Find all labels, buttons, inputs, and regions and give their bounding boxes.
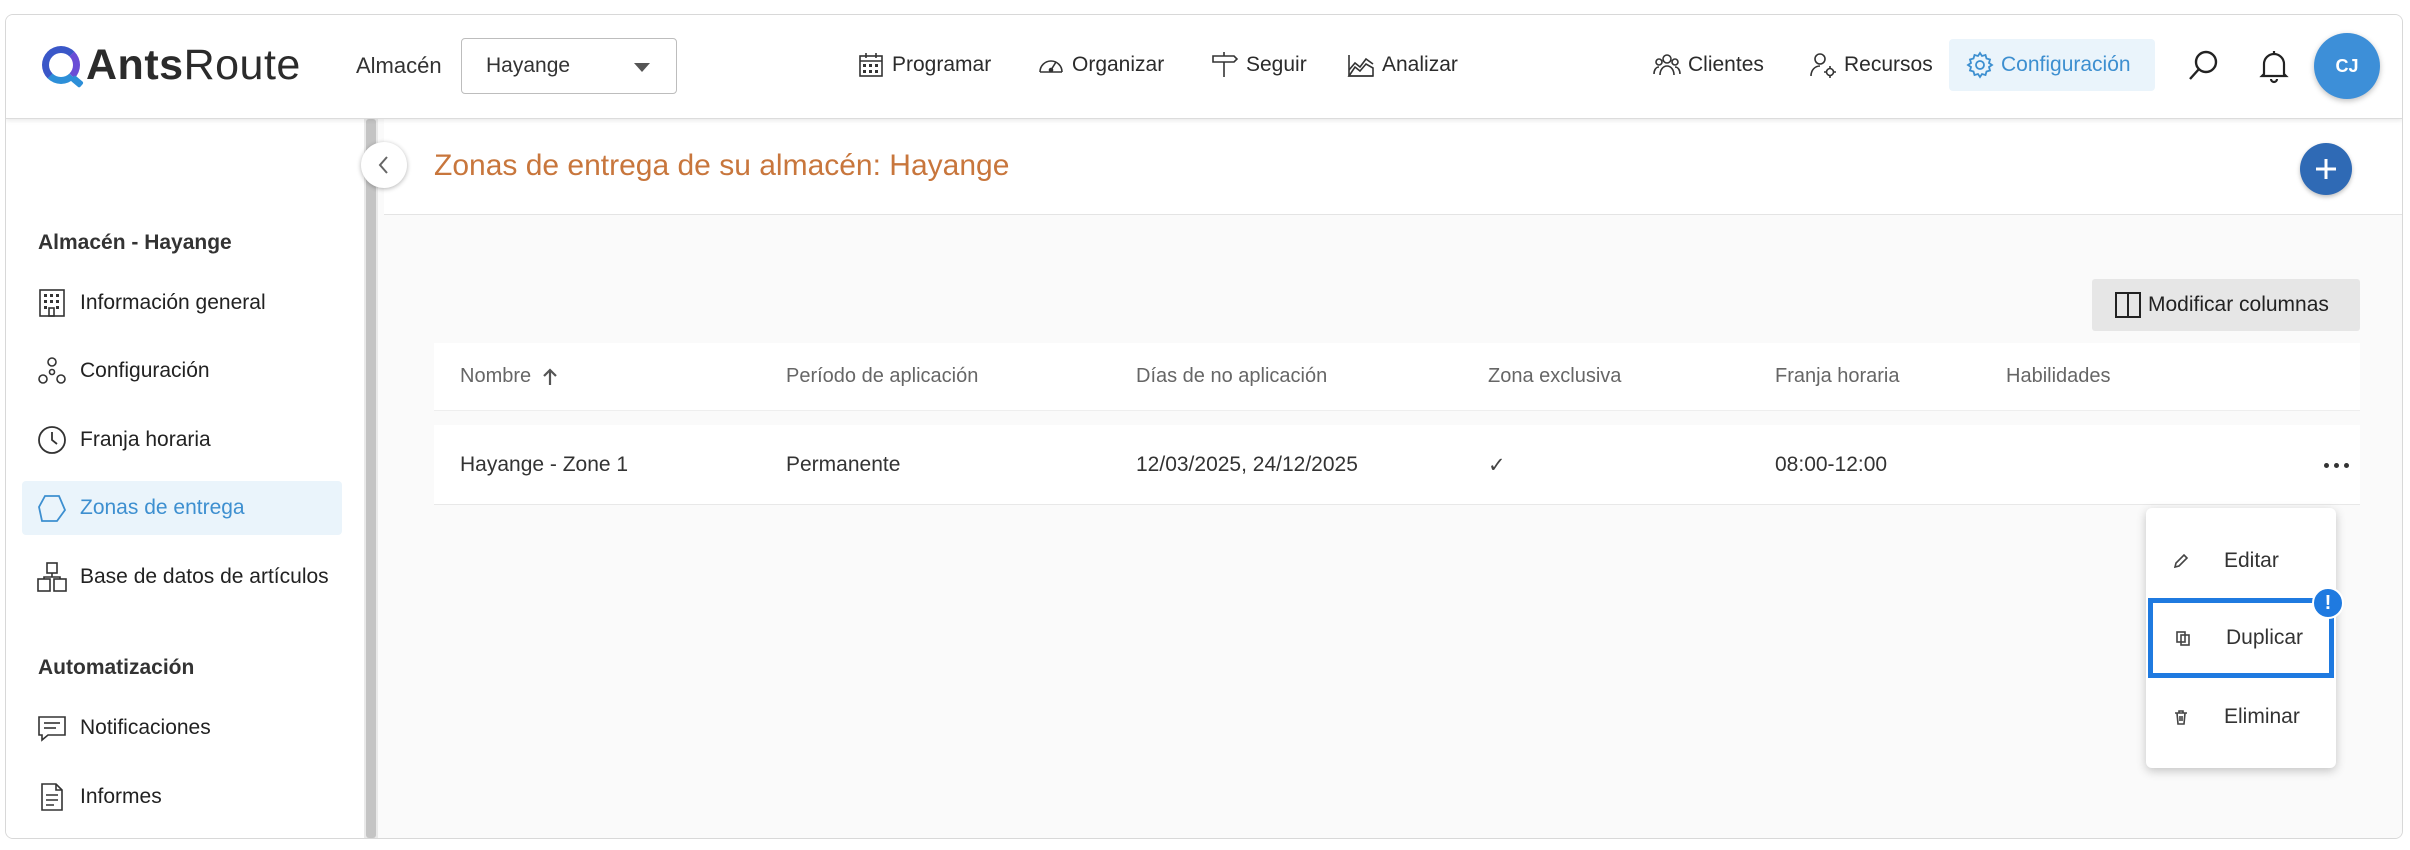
nav-label: Recursos: [1844, 53, 1933, 76]
sidebar-item-zonas-de-entrega[interactable]: Zonas de entrega: [22, 481, 342, 535]
nav-configuracion[interactable]: Configuración: [1949, 39, 2155, 91]
add-zone-button[interactable]: [2300, 143, 2352, 195]
sidebar-item-label: Zonas de entrega: [80, 496, 245, 519]
chart-icon: [1347, 55, 1374, 77]
nav-label: Configuración: [2001, 53, 2131, 76]
menu-item-label: Editar: [2224, 549, 2279, 572]
message-icon: [38, 716, 66, 742]
logo-icon: [42, 46, 80, 84]
nav-organizar[interactable]: Organizar: [1036, 43, 1164, 87]
menu-item-duplicar[interactable]: Duplicar: [2148, 598, 2334, 678]
sidebar-item-franja-horaria[interactable]: Franja horaria: [22, 413, 342, 467]
search-icon[interactable]: [2186, 48, 2222, 84]
sidebar-item-label: Notificaciones: [80, 716, 211, 739]
clock-icon: [38, 426, 66, 454]
sidebar-item-label: Informes: [80, 785, 162, 808]
sidebar-section-automatizacion: Automatización: [38, 656, 195, 679]
gauge-icon: [1039, 60, 1063, 73]
nav-label: Organizar: [1072, 53, 1165, 76]
row-actions-menu: Editar Duplicar Eliminar: [2146, 508, 2336, 768]
avatar[interactable]: CJ: [2314, 33, 2380, 99]
column-header-franja-horaria[interactable]: Franja horaria: [1775, 365, 1900, 388]
warehouse-select[interactable]: Hayange: [461, 38, 677, 94]
nav-programar[interactable]: Programar: [856, 43, 991, 87]
plus-icon: [2316, 159, 2336, 179]
page-title: Zonas de entrega de su almacén: Hayange: [434, 149, 1010, 182]
nav-clientes[interactable]: Clientes: [1652, 43, 1764, 87]
column-header-periodo[interactable]: Período de aplicación: [786, 365, 978, 388]
logo-bold: Ants: [86, 40, 184, 89]
app-window: AntsRoute Almacén Hayange Programar Orga…: [5, 14, 2403, 839]
chevron-left-icon: [378, 156, 388, 174]
warehouse-value: Hayange: [486, 54, 571, 77]
table-row[interactable]: Hayange - Zone 1 Permanente 12/03/2025, …: [434, 425, 2360, 505]
alert-badge-icon: !: [2312, 587, 2344, 619]
column-header-zona-exclusiva[interactable]: Zona exclusiva: [1488, 365, 1621, 388]
column-header-nombre[interactable]: Nombre: [460, 365, 559, 388]
nodes-icon: [38, 357, 66, 384]
main-content: Zonas de entrega de su almacén: Hayange …: [384, 119, 2402, 838]
sidebar: Almacén - Hayange Información general Co…: [6, 119, 364, 838]
user-gear-icon: [1810, 53, 1836, 78]
nav-recursos[interactable]: Recursos: [1808, 43, 1933, 87]
antsroute-logo[interactable]: AntsRoute: [42, 37, 301, 93]
bell-icon[interactable]: [2256, 48, 2292, 84]
row-actions-button[interactable]: [2314, 451, 2358, 479]
cell-franja-horaria: 08:00-12:00: [1775, 453, 1888, 476]
modify-columns-label: Modificar columnas: [2148, 293, 2329, 316]
users-icon: [1653, 54, 1681, 76]
pencil-icon: [2173, 553, 2189, 569]
sidebar-item-informacion-general[interactable]: Información general: [22, 276, 342, 330]
menu-item-eliminar[interactable]: Eliminar: [2146, 678, 2336, 756]
document-icon: [41, 783, 63, 811]
sidebar-item-label: Configuración: [80, 359, 210, 382]
sidebar-item-label: Información general: [80, 291, 266, 314]
sidebar-item-label: Base de datos de artículos: [80, 565, 329, 588]
dot-icon: [2343, 462, 2349, 468]
sidebar-item-label: Franja horaria: [80, 428, 211, 451]
modify-columns-button[interactable]: Modificar columnas: [2092, 279, 2360, 331]
menu-item-editar[interactable]: Editar: [2146, 522, 2336, 600]
nav-label: Analizar: [1382, 53, 1458, 76]
nav-label: Clientes: [1688, 53, 1764, 76]
columns-icon: [2115, 292, 2141, 318]
sidebar-item-notificaciones[interactable]: Notificaciones: [22, 701, 342, 755]
cell-nombre: Hayange - Zone 1: [460, 453, 629, 476]
dot-icon: [2323, 462, 2329, 468]
gear-icon: [1966, 51, 1994, 79]
sidebar-section-warehouse: Almacén - Hayange: [38, 231, 232, 254]
table-header: Nombre Período de aplicación Días de no …: [434, 343, 2360, 411]
page-header: Zonas de entrega de su almacén: Hayange: [384, 119, 2402, 215]
nav-analizar[interactable]: Analizar: [1346, 43, 1458, 87]
cell-dias: 12/03/2025, 24/12/2025: [1136, 453, 1358, 476]
nav-label: Programar: [892, 53, 992, 76]
sidebar-scroll-thumb[interactable]: [366, 119, 376, 838]
signpost-icon: [1212, 52, 1239, 77]
boxes-icon: [37, 562, 67, 592]
trash-icon: [2175, 710, 2187, 725]
caret-down-icon: [634, 63, 650, 72]
copy-icon: [2176, 631, 2190, 646]
menu-item-label: Duplicar: [2226, 626, 2304, 649]
cell-periodo: Permanente: [786, 453, 901, 476]
column-header-dias[interactable]: Días de no aplicación: [1136, 365, 1327, 388]
nav-seguir[interactable]: Seguir: [1210, 43, 1307, 87]
collapse-sidebar-button[interactable]: [361, 142, 407, 188]
logo-light: Route: [183, 40, 301, 89]
calendar-icon: [859, 53, 883, 77]
column-header-habilidades[interactable]: Habilidades: [2006, 365, 2111, 388]
checkmark-icon: ✓: [1488, 454, 1506, 477]
sidebar-item-informes[interactable]: Informes: [22, 770, 342, 824]
dot-icon: [2333, 462, 2339, 468]
menu-item-label: Eliminar: [2224, 705, 2300, 728]
sidebar-item-base-de-datos[interactable]: Base de datos de artículos: [22, 550, 342, 604]
arrow-up-icon: [543, 367, 557, 385]
warehouse-label: Almacén: [356, 53, 442, 78]
top-header: AntsRoute Almacén Hayange Programar Orga…: [6, 15, 2402, 119]
column-label: Nombre: [460, 365, 532, 387]
polygon-icon: [38, 495, 67, 522]
nav-label: Seguir: [1246, 53, 1307, 76]
building-icon: [39, 289, 65, 317]
sidebar-item-configuracion[interactable]: Configuración: [22, 344, 342, 398]
